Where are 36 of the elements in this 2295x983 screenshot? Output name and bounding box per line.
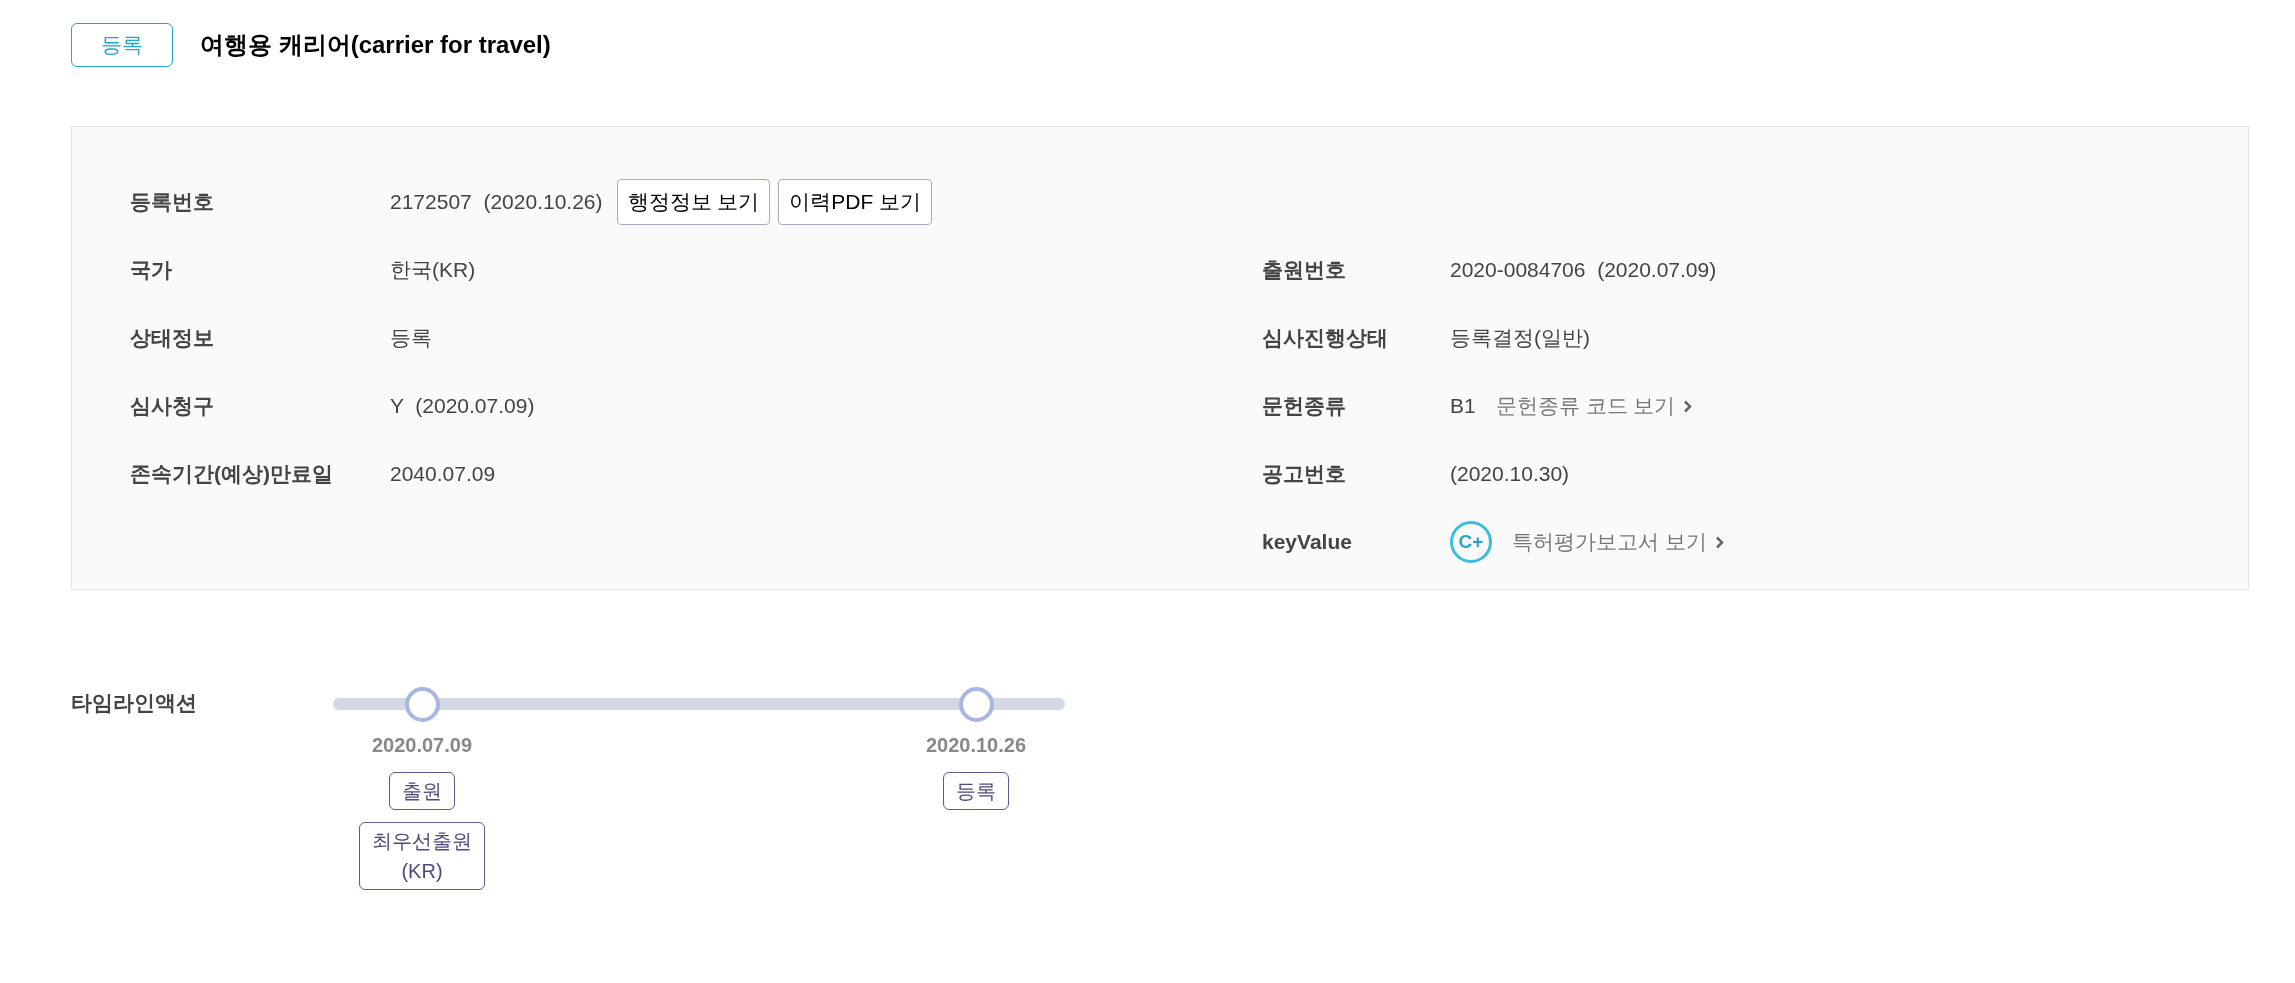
chevron-right-icon [1683, 399, 1693, 413]
field-value: 등록 [390, 325, 432, 352]
timeline-label: 타임라인액션 [71, 690, 198, 716]
field-value: (2020.10.30) [1450, 461, 1570, 488]
chevron-right-icon [1714, 535, 1724, 549]
event-tag: 최우선출원 (KR) [359, 822, 485, 890]
field-value: 2172507 (2020.10.26) [390, 189, 603, 216]
field-label: 심사청구 [130, 393, 215, 420]
status-badge: 등록 [71, 23, 173, 67]
event-tag: 출원 [389, 772, 455, 810]
timeline-marker [404, 687, 440, 722]
field-label: 공고번호 [1262, 461, 1347, 488]
event-tag: 등록 [943, 772, 1009, 810]
event-date: 2020.10.26 [925, 733, 1027, 758]
field-value: 등록결정(일반) [1450, 325, 1590, 352]
field-label: 존속기간(예상)만료일 [130, 461, 334, 488]
field-label: 문헌종류 [1262, 393, 1347, 420]
field-label: 출원번호 [1262, 257, 1347, 284]
field-value: 한국(KR) [390, 257, 476, 284]
view-button[interactable]: 행정정보 보기 [616, 179, 771, 225]
field-value: 2040.07.09 [390, 461, 496, 488]
timeline-marker [958, 687, 994, 722]
field-label: 상태정보 [130, 325, 215, 352]
view-button[interactable]: 이력PDF 보기 [778, 179, 933, 225]
field-value: B1 [1450, 393, 1476, 420]
field-label: 등록번호 [130, 189, 215, 216]
field-value: 2020-0084706 (2020.07.09) [1450, 257, 1717, 284]
field-label: 국가 [130, 257, 173, 284]
view-link[interactable]: 문헌종류 코드 보기 [1495, 390, 1693, 422]
view-link[interactable]: 특허평가보고서 보기 [1512, 526, 1724, 558]
field-value: Y (2020.07.09) [390, 393, 535, 420]
document-title: 여행용 캐리어(carrier for travel) [200, 30, 551, 60]
field-label: 심사진행상태 [1262, 325, 1389, 352]
event-date: 2020.07.09 [371, 733, 473, 758]
grade-icon: C+ [1450, 521, 1492, 563]
field-label: keyValue [1262, 529, 1353, 556]
